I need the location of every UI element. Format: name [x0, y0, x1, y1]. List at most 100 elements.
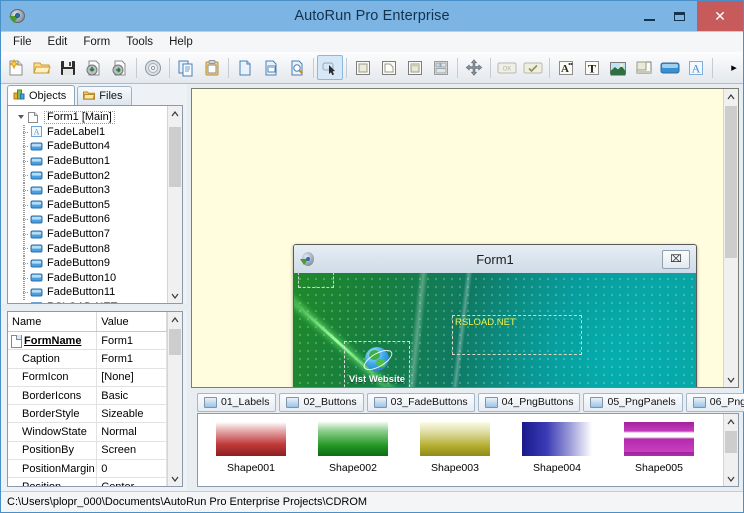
text-icon[interactable]: T — [579, 55, 605, 80]
menu-item-help[interactable]: Help — [161, 34, 201, 50]
property-value[interactable]: [None] — [96, 368, 167, 387]
object-tree[interactable]: Form1 [Main] A FadeLabel1 FadeButton4 Fa… — [8, 106, 167, 303]
copy-icon[interactable] — [173, 55, 199, 80]
menu-item-file[interactable]: File — [5, 34, 40, 50]
scroll-up-button[interactable] — [168, 106, 182, 121]
property-value[interactable]: Basic — [96, 386, 167, 406]
tree-node-fadebutton11[interactable]: FadeButton11 — [8, 285, 167, 300]
new-project-icon[interactable] — [3, 55, 29, 80]
property-value[interactable]: 0 — [96, 459, 167, 479]
property-row-positionby[interactable]: PositionBy Screen — [8, 441, 167, 461]
form-preview-window[interactable]: Form1 ⌧ RSLOAD.NET Vist Website — [293, 244, 697, 387]
layout-icon[interactable] — [428, 55, 454, 80]
shape-swatch[interactable] — [420, 422, 490, 456]
shape-gallery[interactable]: Shape001 Shape002 Shape003 Shape004 Shap… — [198, 414, 723, 486]
left-panel-splitter[interactable] — [1, 304, 187, 311]
label-icon[interactable]: A — [683, 55, 709, 80]
property-row-formicon[interactable]: FormIcon [None] — [8, 368, 167, 387]
tree-node-fadebutton4[interactable]: FadeButton4 — [8, 139, 167, 154]
tree-node-fadelabel1[interactable]: A FadeLabel1 — [8, 124, 167, 140]
properties-scroll-track[interactable] — [168, 327, 182, 471]
tab-05-pngpanels[interactable]: 05_PngPanels — [583, 392, 683, 412]
gallery-item-shape002[interactable]: Shape002 — [314, 422, 392, 486]
property-row-position[interactable]: Position Center — [8, 477, 167, 486]
property-value[interactable]: Screen — [96, 441, 167, 461]
scroll-down-button[interactable] — [724, 372, 738, 387]
scroll-up-button[interactable] — [168, 312, 182, 327]
image-icon[interactable] — [605, 55, 631, 80]
property-row-positionmargin[interactable]: PositionMargin 0 — [8, 459, 167, 479]
scroll-down-button[interactable] — [724, 471, 738, 486]
tree-scroll-track[interactable] — [168, 121, 182, 288]
export-icon[interactable] — [107, 55, 133, 80]
shape-swatch[interactable] — [624, 422, 694, 456]
tree-node-rsload[interactable]: T RSLOAD.NET — [8, 300, 167, 303]
properties-scroll-thumb[interactable] — [169, 329, 181, 355]
tab-objects[interactable]: Objects — [7, 85, 76, 105]
panel-icon[interactable] — [350, 55, 376, 80]
window-icon[interactable] — [402, 55, 428, 80]
tree-node-fadebutton6[interactable]: FadeButton6 — [8, 212, 167, 227]
burn-cd-icon[interactable] — [140, 55, 166, 80]
design-canvas[interactable]: Form1 ⌧ RSLOAD.NET Vist Website — [192, 89, 723, 387]
tree-node-fadebutton7[interactable]: FadeButton7 — [8, 226, 167, 242]
tree-node-fadebutton10[interactable]: FadeButton10 — [8, 270, 167, 286]
tree-node-fadebutton3[interactable]: FadeButton3 — [8, 182, 167, 198]
property-row-borderstyle[interactable]: BorderStyle Sizeable — [8, 404, 167, 424]
form-preview-canvas[interactable]: RSLOAD.NET Vist Website — [294, 273, 696, 387]
maximize-button[interactable] — [664, 1, 694, 31]
property-value[interactable]: Center — [96, 477, 167, 486]
property-row-windowstate[interactable]: WindowState Normal — [8, 422, 167, 442]
open-project-icon[interactable] — [29, 55, 55, 80]
tree-node-fadebutton1[interactable]: FadeButton1 — [8, 153, 167, 169]
property-value[interactable]: Sizeable — [96, 404, 167, 424]
paste-icon[interactable] — [199, 55, 225, 80]
form-button-visit-website[interactable]: Vist Website — [344, 341, 410, 387]
tree-vertical-scrollbar[interactable] — [167, 106, 182, 303]
menu-item-tools[interactable]: Tools — [118, 34, 161, 50]
property-value[interactable]: Normal — [96, 422, 167, 442]
save-project-icon[interactable] — [55, 55, 81, 80]
import-icon[interactable] — [81, 55, 107, 80]
toolbar-overflow-button[interactable]: ▸ — [727, 55, 741, 80]
gallery-item-shape005[interactable]: Shape005 — [620, 422, 698, 486]
scroll-up-button[interactable] — [724, 89, 738, 104]
design-area[interactable]: Form1 ⌧ RSLOAD.NET Vist Website — [191, 88, 739, 388]
tab-02-buttons[interactable]: 02_Buttons — [279, 392, 364, 412]
tab-06-pngbars[interactable]: 06_PngBars — [685, 392, 744, 412]
move-icon[interactable] — [461, 55, 487, 80]
tree-node-fadebutton8[interactable]: FadeButton8 — [8, 241, 167, 256]
expand-arrow-icon[interactable] — [16, 113, 25, 122]
properties-vertical-scrollbar[interactable] — [167, 312, 182, 486]
tree-node-fadebutton9[interactable]: FadeButton9 — [8, 255, 167, 271]
property-value[interactable]: Form1 — [96, 331, 167, 351]
close-button[interactable]: ✕ — [697, 1, 743, 31]
scroll-down-button[interactable] — [168, 471, 182, 486]
menu-item-edit[interactable]: Edit — [40, 34, 76, 50]
design-scroll-track[interactable] — [724, 104, 738, 372]
design-scroll-thumb[interactable] — [725, 106, 737, 258]
property-row-formname[interactable]: FormName Form1 — [8, 331, 167, 351]
gallery-scroll-thumb[interactable] — [725, 431, 737, 453]
pointer-tool-icon[interactable] — [317, 55, 343, 80]
properties-list[interactable]: Name Value FormName Form1 Caption Form1 — [8, 312, 167, 486]
tree-node-root[interactable]: Form1 [Main] — [8, 110, 167, 125]
shape-swatch[interactable] — [522, 422, 592, 456]
scroll-up-button[interactable] — [724, 414, 738, 429]
property-value[interactable]: Form1 — [96, 349, 167, 369]
shape-swatch[interactable] — [318, 422, 388, 456]
window-panel-icon[interactable] — [631, 55, 657, 80]
gallery-item-shape001[interactable]: Shape001 — [212, 422, 290, 486]
tab-files[interactable]: Files — [77, 86, 132, 105]
tab-01-labels[interactable]: 01_Labels — [197, 392, 277, 412]
fade-label-icon[interactable]: A — [553, 55, 579, 80]
fade-button-icon[interactable] — [657, 55, 683, 80]
tree-node-fadebutton5[interactable]: FadeButton5 — [8, 197, 167, 213]
form-label-rsload[interactable]: RSLOAD.NET — [452, 315, 582, 355]
page-properties-icon[interactable] — [258, 55, 284, 80]
scroll-down-button[interactable] — [168, 288, 182, 303]
gallery-vertical-scrollbar[interactable] — [723, 414, 738, 486]
new-page-icon[interactable] — [232, 55, 258, 80]
minimize-button[interactable] — [634, 1, 664, 31]
tree-node-fadebutton2[interactable]: FadeButton2 — [8, 168, 167, 183]
